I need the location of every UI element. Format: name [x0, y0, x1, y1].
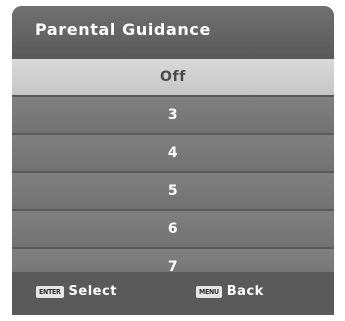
option-label: 5 — [167, 183, 179, 199]
option-label: 3 — [167, 107, 179, 123]
enter-key-icon: ENTER — [36, 285, 64, 298]
option-label: 4 — [167, 145, 179, 161]
option-6[interactable]: 6 — [12, 211, 334, 247]
option-off[interactable]: Off — [12, 59, 334, 95]
menu-header: Parental Guidance — [12, 6, 334, 54]
option-label: Off — [160, 69, 186, 85]
option-5[interactable]: 5 — [12, 173, 334, 209]
option-3[interactable]: 3 — [12, 97, 334, 133]
select-label: Select — [68, 284, 117, 299]
back-label: Back — [226, 284, 264, 299]
select-hint: ENTER Select — [36, 284, 117, 299]
back-hint: MENU Back — [196, 284, 264, 299]
menu-title: Parental Guidance — [35, 20, 211, 39]
parental-guidance-menu: Parental Guidance Off 3 4 5 6 7 ENTER Se… — [12, 6, 334, 315]
option-label: 6 — [167, 221, 179, 237]
option-list: Off 3 4 5 6 7 — [12, 59, 334, 287]
option-4[interactable]: 4 — [12, 135, 334, 171]
menu-key-icon: MENU — [196, 285, 222, 298]
menu-footer: ENTER Select MENU Back — [12, 272, 334, 315]
